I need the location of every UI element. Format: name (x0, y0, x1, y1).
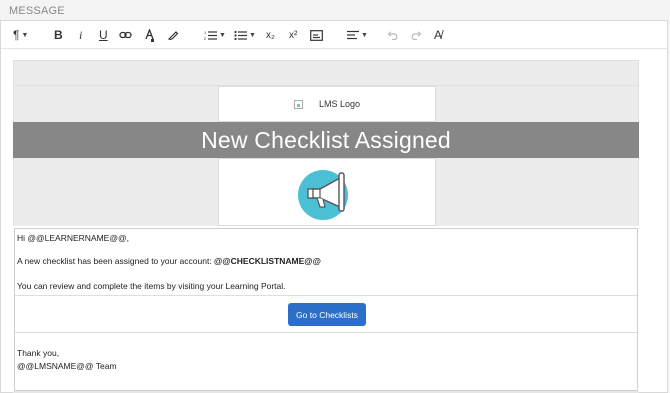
chevron-down-icon: ▼ (361, 31, 368, 39)
superscript-button[interactable]: x² (289, 27, 297, 43)
message-editor-page: MESSAGE ¶ ▼ B i U 1 2 ▼ ▼ x₂ x² ▼ A̸ LMS… (0, 0, 670, 393)
svg-text:2: 2 (204, 36, 207, 41)
lms-logo: LMS Logo (218, 86, 436, 122)
chevron-down-icon: ▼ (219, 31, 226, 39)
ordered-list-icon: 12 (204, 30, 217, 41)
text-color-button[interactable] (144, 27, 155, 43)
chevron-down-icon: ▼ (249, 31, 256, 39)
assignment-text: A new checklist has been assigned to you… (17, 256, 321, 266)
logo-alt-text: LMS Logo (318, 99, 361, 109)
image-icon (310, 29, 323, 41)
paragraph-icon: ¶ (13, 28, 20, 42)
logo-row: LMS Logo (13, 86, 639, 122)
chevron-down-icon: ▼ (21, 31, 29, 39)
email-template-preview[interactable]: LMS Logo New Checklist Assigned Hi @@LEA… (13, 60, 639, 393)
svg-text:1: 1 (204, 30, 207, 35)
underline-button[interactable]: U (99, 27, 108, 43)
link-button[interactable] (119, 27, 132, 43)
redo-icon (411, 30, 422, 40)
go-to-checklists-button[interactable]: Go to Checklists (288, 303, 366, 326)
email-body: Hi @@LEARNERNAME@@, A new checklist has … (14, 228, 638, 391)
bold-button[interactable]: B (54, 27, 63, 43)
redo-button[interactable] (410, 27, 422, 43)
header-spacer (13, 60, 639, 86)
section-label: MESSAGE (9, 5, 65, 17)
checklist-name-token: @@CHECKLISTNAME@@ (214, 256, 321, 266)
signature-text: @@LMSNAME@@ Team (17, 361, 117, 371)
rich-text-editor[interactable]: ¶ ▼ B i U 1 2 ▼ ▼ x₂ x² ▼ A̸ LMS Logo Ne… (0, 20, 668, 393)
link-icon (119, 31, 132, 39)
divider (15, 332, 637, 333)
paragraph-format-button[interactable]: ¶ ▼ (13, 27, 28, 43)
subscript-button[interactable]: x₂ (266, 27, 275, 43)
text-color-icon (145, 28, 154, 42)
icon-row (13, 158, 639, 226)
insert-image-button[interactable] (310, 27, 323, 43)
banner: New Checklist Assigned (13, 122, 639, 158)
divider (15, 295, 637, 296)
ordered-list-button[interactable]: 1 2 ▼ (204, 27, 226, 43)
italic-button[interactable]: i (79, 27, 82, 43)
undo-icon (387, 30, 398, 40)
bullet-list-button[interactable]: ▼ (234, 27, 256, 43)
review-text: You can review and complete the items by… (17, 281, 286, 291)
editor-toolbar: ¶ ▼ B i U 1 2 ▼ ▼ x₂ x² ▼ A̸ (1, 21, 667, 49)
bullet-list-icon (234, 30, 247, 40)
thanks-text: Thank you, (17, 348, 60, 358)
assignment-sentence: A new checklist has been assigned to you… (17, 256, 215, 266)
highlight-button[interactable] (167, 27, 179, 43)
megaphone-frame (218, 158, 436, 226)
clear-formatting-button[interactable]: A̸ (434, 27, 442, 43)
align-left-icon (347, 30, 359, 40)
broken-image-icon (293, 99, 303, 109)
highlighter-icon (167, 31, 179, 41)
banner-title: New Checklist Assigned (201, 126, 451, 153)
align-button[interactable]: ▼ (347, 27, 368, 43)
megaphone-icon (298, 170, 348, 220)
undo-button[interactable] (387, 27, 399, 43)
greeting-text: Hi @@LEARNERNAME@@, (17, 233, 129, 243)
